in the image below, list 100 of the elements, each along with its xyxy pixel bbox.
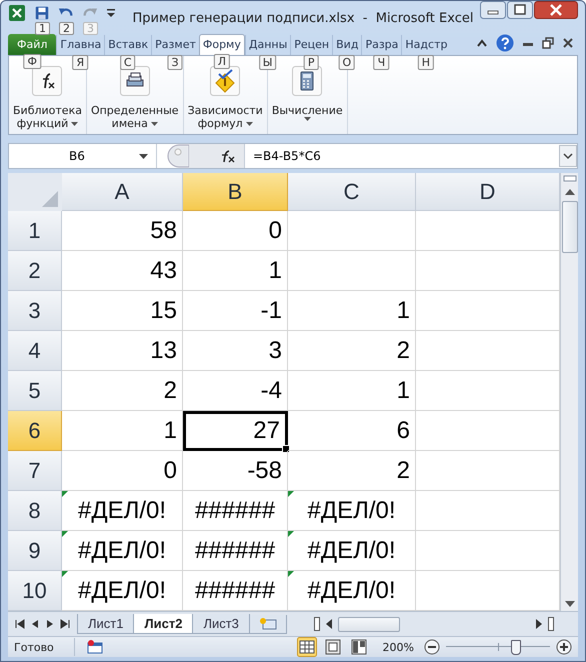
calculator-icon[interactable] — [292, 66, 322, 96]
table-cell[interactable]: 43 — [62, 251, 183, 291]
table-cell[interactable]: 27 — [183, 411, 288, 451]
page-layout-icon[interactable] — [322, 637, 343, 657]
row-header[interactable]: 8 — [8, 491, 62, 531]
ribbon-button[interactable]: Вычисление — [272, 104, 343, 121]
column-header[interactable]: D — [416, 173, 560, 211]
scrollbar-thumb[interactable] — [562, 201, 578, 253]
table-cell[interactable]: 15 — [62, 291, 183, 331]
table-cell[interactable]: -4 — [183, 371, 288, 411]
table-cell[interactable]: 2 — [288, 331, 416, 371]
restore-icon[interactable] — [542, 37, 554, 49]
table-cell[interactable]: #ДЕЛ/0! — [288, 531, 416, 571]
table-cell[interactable]: 1 — [183, 251, 288, 291]
table-cell[interactable]: 6 — [288, 411, 416, 451]
excel-logo-icon[interactable] — [8, 4, 26, 22]
table-cell[interactable]: #ДЕЛ/0! — [62, 491, 183, 531]
column-header[interactable]: C — [288, 173, 416, 211]
customize-caret-icon[interactable] — [106, 6, 116, 20]
table-cell[interactable]: #ДЕЛ/0! — [62, 531, 183, 571]
table-cell[interactable]: 0 — [183, 211, 288, 251]
row-header[interactable]: 3 — [8, 291, 62, 331]
row-header[interactable]: 10 — [8, 571, 62, 611]
table-cell[interactable]: ###### — [183, 531, 288, 571]
zoom-level[interactable]: 200% — [382, 640, 414, 654]
keytip: 1 — [35, 22, 50, 35]
caret-icon[interactable] — [150, 122, 158, 126]
ribbon-tab[interactable]: Форму — [198, 34, 245, 55]
split-bar-icon[interactable] — [314, 617, 320, 631]
insert-sheet-icon[interactable] — [258, 616, 278, 630]
table-cell[interactable]: 2 — [288, 451, 416, 491]
ribbon-button[interactable]: Определенные имена — [90, 104, 179, 130]
fill-handle[interactable] — [282, 445, 290, 453]
table-cell[interactable]: 1 — [288, 291, 416, 331]
zoom-in-icon[interactable] — [556, 639, 572, 655]
dropdown-caret-icon[interactable] — [139, 154, 148, 158]
name-manager-icon[interactable] — [120, 66, 150, 96]
table-cell[interactable]: 1 — [288, 371, 416, 411]
normal-view-icon[interactable] — [296, 637, 317, 657]
maximize-button[interactable] — [507, 1, 533, 19]
table-cell[interactable]: 58 — [62, 211, 183, 251]
table-cell[interactable]: -1 — [183, 291, 288, 331]
keytip: Н — [418, 55, 434, 70]
expand-formula-bar-icon[interactable] — [559, 145, 577, 167]
sheet-tab[interactable]: Лист1 — [77, 614, 134, 634]
zoom-slider[interactable] — [446, 639, 550, 655]
collapse-ribbon-icon[interactable] — [476, 37, 488, 49]
row-header[interactable]: 4 — [8, 331, 62, 371]
scroll-left-icon[interactable] — [324, 618, 334, 630]
ribbon-button[interactable]: Библиотека функций — [13, 104, 82, 130]
row-header[interactable]: 9 — [8, 531, 62, 571]
row-header[interactable]: 1 — [8, 211, 62, 251]
ribbon-button[interactable]: Зависимости формул — [188, 104, 263, 130]
row-header[interactable]: 5 — [8, 371, 62, 411]
first-sheet-icon[interactable] — [14, 618, 26, 630]
ribbon-tab[interactable]: Файл — [8, 34, 56, 55]
name-box[interactable]: B6 — [9, 144, 157, 168]
zoom-out-icon[interactable] — [424, 639, 440, 655]
page-break-icon[interactable] — [348, 637, 369, 657]
function-icon[interactable] — [32, 66, 62, 96]
table-cell[interactable]: #ДЕЛ/0! — [288, 491, 416, 531]
close-icon[interactable] — [562, 37, 574, 49]
caret-icon[interactable] — [246, 122, 253, 126]
keytip: С — [120, 55, 136, 70]
keytip: 3 — [83, 22, 98, 35]
caret-icon[interactable] — [71, 122, 78, 126]
table-cell[interactable] — [288, 211, 416, 251]
sheet-tab[interactable]: Лист2 — [133, 614, 194, 634]
table-cell[interactable]: 2 — [62, 371, 183, 411]
keytip: О — [338, 55, 356, 70]
keytip: Л — [214, 54, 230, 69]
table-cell[interactable]: ###### — [183, 491, 288, 531]
resize-handle-icon[interactable] — [167, 144, 189, 168]
column-header[interactable]: B — [183, 173, 288, 211]
insert-function-icon[interactable] — [220, 149, 236, 163]
scroll-right-icon[interactable] — [534, 618, 544, 630]
table-cell[interactable]: 3 — [183, 331, 288, 371]
close-button[interactable] — [534, 1, 578, 19]
row-header[interactable]: 6 — [8, 411, 62, 451]
row-header[interactable]: 2 — [8, 251, 62, 291]
record-macro-icon[interactable] — [86, 640, 103, 654]
column-header[interactable]: A — [62, 173, 183, 211]
caret-icon[interactable] — [304, 117, 311, 121]
keytip: 2 — [59, 22, 74, 35]
sheet-tab[interactable]: Лист3 — [192, 614, 250, 634]
table-cell[interactable]: 0 — [62, 451, 183, 491]
formula-auditing-icon[interactable] — [210, 66, 240, 96]
last-sheet-icon[interactable] — [59, 618, 71, 630]
table-cell[interactable]: 1 — [62, 411, 183, 451]
help-icon[interactable] — [496, 34, 514, 52]
formula-input[interactable]: =B4-B5*C6 — [245, 149, 559, 163]
table-cell[interactable]: 13 — [62, 331, 183, 371]
row-header[interactable]: 7 — [8, 451, 62, 491]
table-cell[interactable]: -58 — [183, 451, 288, 491]
save-icon[interactable] — [34, 5, 50, 21]
scrollbar-thumb[interactable] — [338, 616, 400, 632]
split-bar-icon[interactable] — [548, 617, 554, 631]
table-cell[interactable] — [288, 251, 416, 291]
minimize-button[interactable] — [480, 1, 506, 19]
keytip: Ч — [374, 55, 390, 70]
